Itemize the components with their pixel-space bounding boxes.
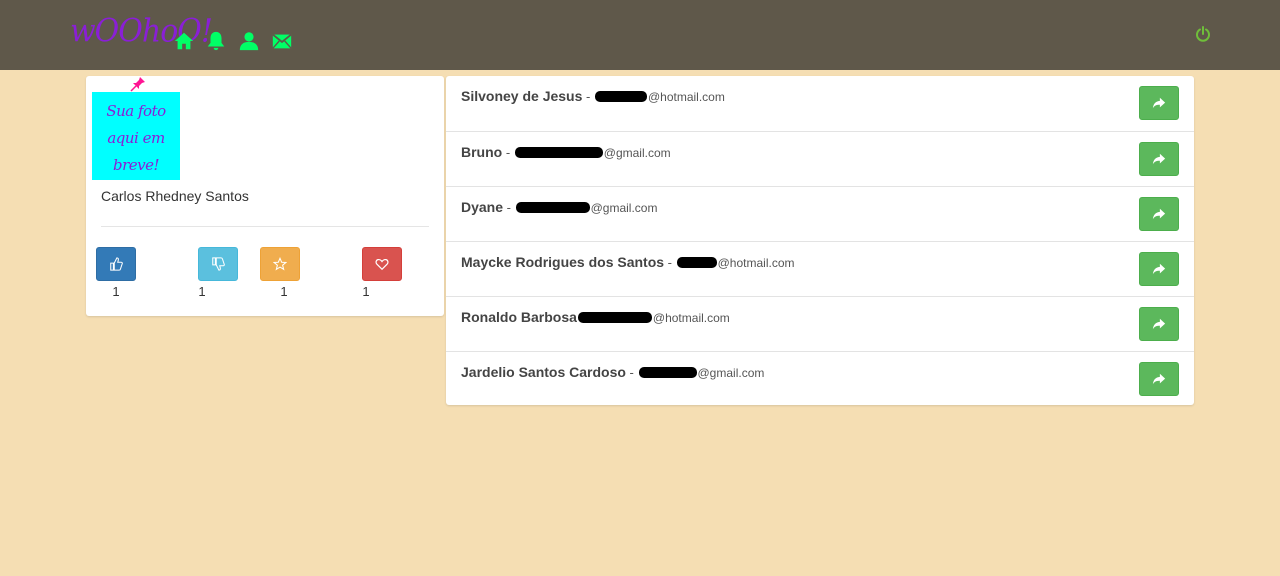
- contact-name: Ronaldo Barbosa: [461, 309, 577, 325]
- dislike-button[interactable]: [198, 247, 238, 281]
- user-icon[interactable]: [238, 30, 260, 52]
- thumbs-up-icon: [110, 257, 123, 271]
- like-count: 1: [112, 284, 120, 299]
- share-button[interactable]: [1139, 307, 1179, 341]
- share-icon: [1152, 318, 1166, 330]
- email-domain: @gmail.com: [603, 146, 671, 160]
- email-domain: @hotmail.com: [652, 311, 730, 325]
- separator: -: [503, 200, 515, 215]
- heart-icon: [375, 258, 389, 271]
- contact-name: Maycke Rodrigues dos Santos: [461, 254, 665, 270]
- share-icon: [1152, 373, 1166, 385]
- like-button[interactable]: [96, 247, 136, 281]
- top-navbar: wOOhoO!: [0, 0, 1280, 70]
- love-count: 1: [362, 284, 370, 299]
- favorite-count: 1: [280, 284, 288, 299]
- profile-name: Carlos Rhedney Santos: [101, 188, 249, 204]
- contact-name: Bruno: [461, 144, 503, 160]
- thumbs-down-icon: [212, 257, 225, 271]
- divider: [101, 226, 429, 227]
- share-button[interactable]: [1139, 86, 1179, 120]
- redacted-email: [638, 367, 697, 379]
- separator: -: [664, 255, 676, 270]
- contacts-list: Silvoney de Jesus - @hotmail.com Bruno -…: [446, 76, 1194, 405]
- redacted-email: [577, 312, 652, 324]
- photo-placeholder: Sua foto aqui em breve!: [92, 92, 180, 180]
- share-button[interactable]: [1139, 142, 1179, 176]
- share-button[interactable]: [1139, 362, 1179, 396]
- list-item: Maycke Rodrigues dos Santos - @hotmail.c…: [446, 241, 1194, 296]
- share-icon: [1152, 208, 1166, 220]
- bell-icon[interactable]: [205, 30, 227, 52]
- contact-name: Dyane: [461, 199, 504, 215]
- email-domain: @hotmail.com: [647, 90, 725, 104]
- separator: -: [502, 145, 514, 160]
- favorite-button[interactable]: [260, 247, 300, 281]
- list-item: Jardelio Santos Cardoso - @gmail.com: [446, 351, 1194, 406]
- list-item: Ronaldo Barbosa @hotmail.com: [446, 296, 1194, 351]
- share-icon: [1152, 97, 1166, 109]
- email-domain: @gmail.com: [590, 201, 658, 215]
- share-button[interactable]: [1139, 252, 1179, 286]
- power-icon[interactable]: [1195, 26, 1211, 42]
- star-icon: [273, 257, 287, 271]
- list-item: Bruno - @gmail.com: [446, 131, 1194, 186]
- redacted-email: [594, 91, 647, 103]
- share-button[interactable]: [1139, 197, 1179, 231]
- contact-name: Silvoney de Jesus: [461, 88, 583, 104]
- list-item: Silvoney de Jesus - @hotmail.com: [446, 76, 1194, 131]
- redacted-email: [514, 147, 603, 159]
- list-item: Dyane - @gmail.com: [446, 186, 1194, 241]
- separator: -: [625, 365, 638, 380]
- pin-icon: [130, 76, 146, 92]
- redacted-email: [515, 202, 590, 214]
- redacted-email: [676, 257, 717, 269]
- home-icon[interactable]: [173, 30, 195, 52]
- share-icon: [1152, 263, 1166, 275]
- separator: -: [582, 89, 594, 104]
- dislike-count: 1: [198, 284, 206, 299]
- love-button[interactable]: [362, 247, 402, 281]
- contact-name: Jardelio Santos Cardoso: [461, 364, 626, 380]
- share-icon: [1152, 153, 1166, 165]
- profile-card: Sua foto aqui em breve! Carlos Rhedney S…: [86, 76, 444, 316]
- mail-icon[interactable]: [271, 30, 293, 52]
- email-domain: @gmail.com: [697, 366, 765, 380]
- email-domain: @hotmail.com: [717, 256, 795, 270]
